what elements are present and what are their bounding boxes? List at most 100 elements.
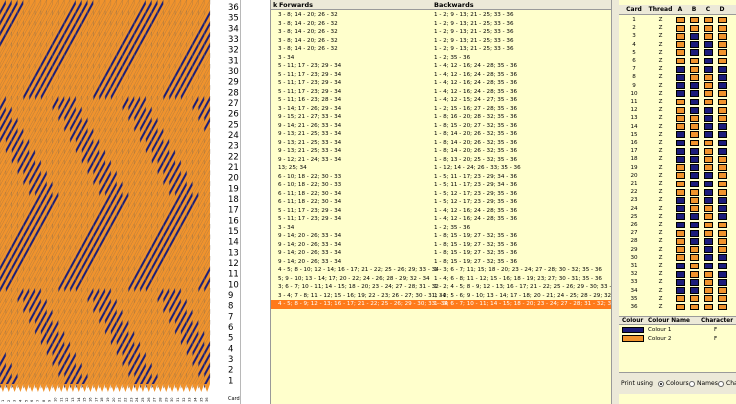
hole-b-cell[interactable] xyxy=(690,16,699,24)
hole-a-cell[interactable] xyxy=(676,147,685,155)
hole-a-cell[interactable] xyxy=(676,123,685,130)
card-row[interactable]: 25 Z xyxy=(619,213,736,221)
hole-d-cell[interactable] xyxy=(718,123,727,130)
thread-direction[interactable]: Z xyxy=(648,164,673,172)
turning-row[interactable]: 5; 9 - 10; 13 - 14; 17; 20 - 22; 24 - 26… xyxy=(271,275,611,284)
hole-a-cell[interactable] xyxy=(676,41,685,48)
hole-d-cell[interactable] xyxy=(718,172,727,180)
card-row[interactable]: 26 Z xyxy=(619,221,736,229)
hole-b-cell[interactable] xyxy=(690,188,699,196)
hole-d-cell[interactable] xyxy=(718,106,727,114)
thread-direction[interactable]: Z xyxy=(648,32,673,40)
card-row[interactable]: 1Z xyxy=(619,16,736,24)
thread-direction[interactable]: Z xyxy=(648,188,673,196)
hole-d-cell[interactable] xyxy=(718,237,727,245)
hole-a-cell[interactable] xyxy=(676,139,685,147)
thread-direction[interactable]: Z xyxy=(648,213,673,221)
hole-c-cell[interactable] xyxy=(704,90,713,98)
hole-d-cell[interactable] xyxy=(718,254,727,262)
hole-a-cell[interactable] xyxy=(676,213,685,221)
thread-direction[interactable]: Z xyxy=(648,49,673,57)
thread-direction[interactable]: Z xyxy=(648,98,673,106)
hole-a-cell[interactable] xyxy=(676,172,685,180)
thread-direction[interactable]: Z xyxy=(648,65,673,73)
backwards-header[interactable]: Backwards xyxy=(434,0,474,10)
hole-b-cell[interactable] xyxy=(690,164,699,171)
hole-d-cell[interactable] xyxy=(718,278,727,286)
hole-d-cell[interactable] xyxy=(718,139,727,147)
thread-direction[interactable]: Z xyxy=(648,262,673,270)
turning-row[interactable]: 13; 25; 34 1 - 12; 14 - 24; 26 - 33; 35 -… xyxy=(271,164,611,173)
hole-b-cell[interactable] xyxy=(690,213,699,221)
hole-b-cell[interactable] xyxy=(690,295,699,303)
hole-a-cell[interactable] xyxy=(676,65,685,73)
thread-direction[interactable]: Z xyxy=(648,287,673,295)
hole-a-cell[interactable] xyxy=(676,164,685,171)
hole-c-cell[interactable] xyxy=(704,229,713,237)
turning-row[interactable]: 3 - 34 1 - 2; 35 - 36 xyxy=(271,54,611,63)
card-row[interactable]: 13 Z xyxy=(619,114,736,122)
hole-d-cell[interactable] xyxy=(718,82,727,89)
thread-direction[interactable]: Z xyxy=(648,229,673,237)
hole-d-cell[interactable] xyxy=(718,65,727,73)
card-row[interactable]: 17 Z xyxy=(619,147,736,155)
hole-a-cell[interactable] xyxy=(676,49,685,57)
thread-direction[interactable]: Z xyxy=(648,139,673,147)
hole-c-cell[interactable] xyxy=(704,287,713,294)
hole-d-cell[interactable] xyxy=(718,303,727,311)
turning-row[interactable]: 5 - 11; 17 - 23; 29 - 34 1 - 4; 12 - 16; … xyxy=(271,71,611,80)
turning-row[interactable]: 3 - 4; 7 - 8; 11 - 12; 15 - 16; 19; 22 -… xyxy=(271,292,611,301)
hole-b-cell[interactable] xyxy=(690,139,699,147)
turning-row[interactable]: 3 - 8; 14 - 20; 26 - 32 1 - 2; 9 - 13; 21… xyxy=(271,28,611,37)
card-row[interactable]: 10 Z xyxy=(619,90,736,98)
hole-c-cell[interactable] xyxy=(704,139,713,147)
thread-direction[interactable]: Z xyxy=(648,254,673,262)
hole-d-header[interactable]: D xyxy=(716,5,728,15)
hole-c-cell[interactable] xyxy=(704,131,713,139)
card-row[interactable]: 15 Z xyxy=(619,131,736,139)
card-row[interactable]: 22 Z xyxy=(619,188,736,196)
card-row[interactable]: 11 Z xyxy=(619,98,736,106)
hole-d-cell[interactable] xyxy=(718,155,727,163)
hole-d-cell[interactable] xyxy=(718,147,727,155)
card-row[interactable]: 31 Z xyxy=(619,262,736,270)
hole-d-cell[interactable] xyxy=(718,57,727,65)
hole-a-cell[interactable] xyxy=(676,82,685,89)
hole-a-cell[interactable] xyxy=(676,237,685,245)
hole-c-cell[interactable] xyxy=(704,303,713,311)
hole-b-cell[interactable] xyxy=(690,131,699,139)
card-row[interactable]: 30 Z xyxy=(619,254,736,262)
hole-c-cell[interactable] xyxy=(704,24,713,32)
card-row[interactable]: 21 Z xyxy=(619,180,736,188)
hole-b-cell[interactable] xyxy=(690,196,699,204)
thread-direction[interactable]: Z xyxy=(648,114,673,122)
hole-b-cell[interactable] xyxy=(690,205,699,212)
hole-a-cell[interactable] xyxy=(676,229,685,237)
hole-b-cell[interactable] xyxy=(690,262,699,270)
hole-d-cell[interactable] xyxy=(718,262,727,270)
turning-row[interactable]: 3; 6 - 7; 10 - 11; 14 - 15; 18 - 20; 23 … xyxy=(271,283,611,292)
hole-d-cell[interactable] xyxy=(718,229,727,237)
turning-row[interactable]: 9 - 15; 21 - 27; 33 - 34 1 - 8; 16 - 20; … xyxy=(271,113,611,122)
hole-b-cell[interactable] xyxy=(690,229,699,237)
hole-b-cell[interactable] xyxy=(690,123,699,130)
hole-c-cell[interactable] xyxy=(704,254,713,262)
hole-c-cell[interactable] xyxy=(704,41,713,48)
turning-row[interactable]: 9 - 14; 20 - 26; 33 - 34 1 - 8; 15 - 19; … xyxy=(271,249,611,258)
k-header[interactable]: k xyxy=(273,0,277,10)
hole-d-cell[interactable] xyxy=(718,90,727,98)
hole-a-cell[interactable] xyxy=(676,295,685,303)
hole-a-cell[interactable] xyxy=(676,180,685,188)
colours-radio[interactable] xyxy=(658,381,664,387)
card-row[interactable]: 28 Z xyxy=(619,237,736,245)
thread-direction[interactable]: Z xyxy=(648,278,673,286)
thread-direction[interactable]: Z xyxy=(648,16,673,24)
hole-d-cell[interactable] xyxy=(718,205,727,212)
thread-direction[interactable]: Z xyxy=(648,24,673,32)
hole-d-cell[interactable] xyxy=(718,246,727,253)
thread-direction[interactable]: Z xyxy=(648,57,673,65)
hole-c-cell[interactable] xyxy=(704,262,713,270)
hole-b-cell[interactable] xyxy=(690,98,699,106)
hole-a-cell[interactable] xyxy=(676,16,685,24)
card-row[interactable]: 3Z xyxy=(619,32,736,40)
